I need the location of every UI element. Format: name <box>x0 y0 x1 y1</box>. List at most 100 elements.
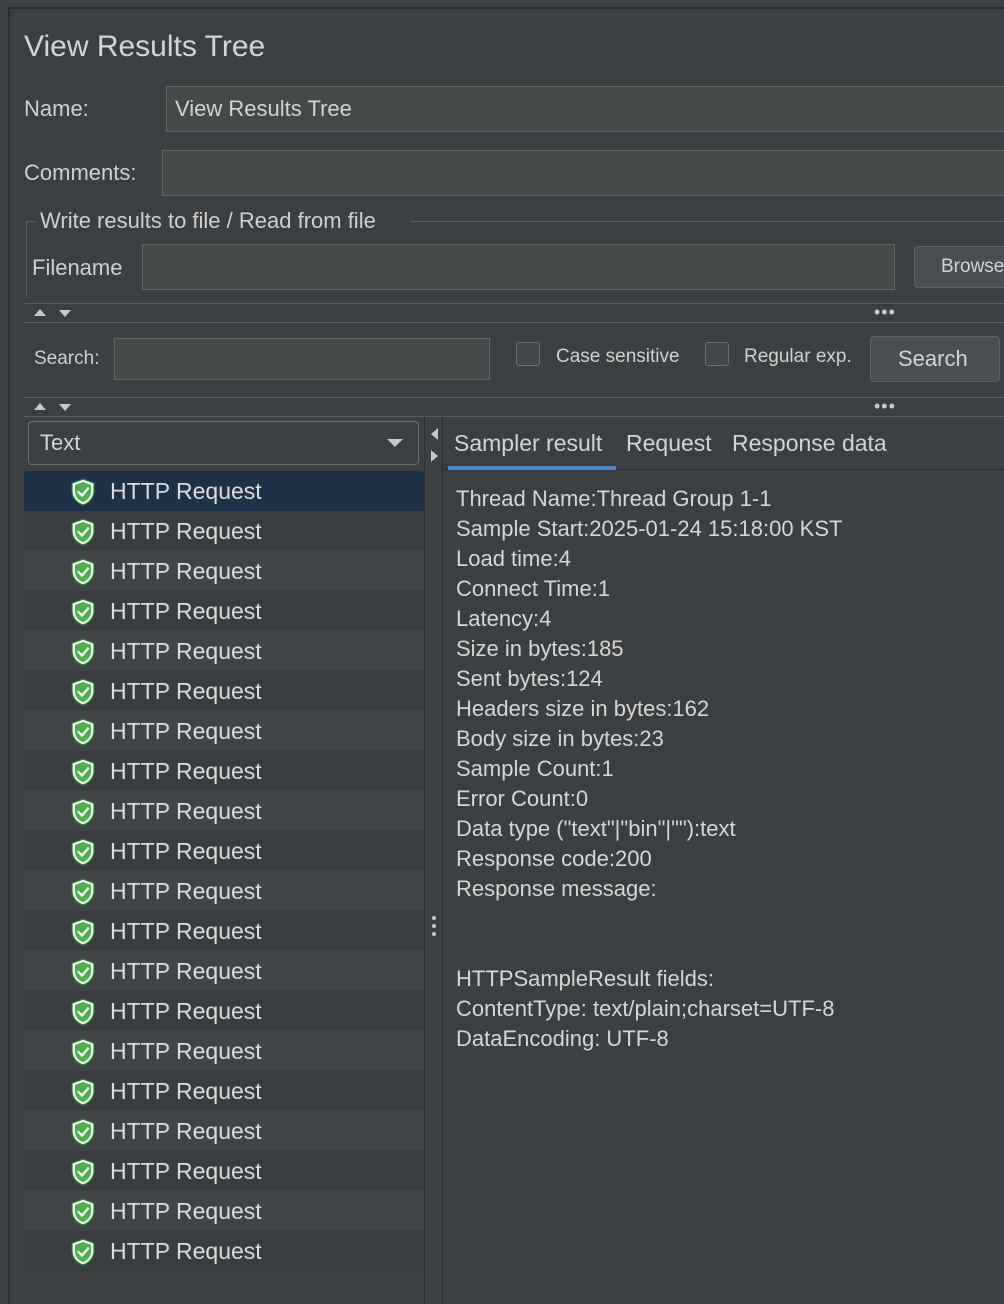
tab-response-data[interactable]: Response data <box>732 430 887 457</box>
renderer-select[interactable]: Text <box>28 421 419 465</box>
tree-item-label: HTTP Request <box>110 718 262 744</box>
panel-title: View Results Tree <box>24 30 266 63</box>
tree-item[interactable]: HTTP Request <box>24 791 424 831</box>
shield-check-icon <box>71 478 95 506</box>
tree-item[interactable]: HTTP Request <box>24 1191 424 1231</box>
sampler-result-text: Thread Name:Thread Group 1-1 Sample Start… <box>456 484 842 1054</box>
tree-item-label: HTTP Request <box>110 638 262 664</box>
result-line: Data type ("text"|"bin"|""):text <box>456 816 736 841</box>
tree-item-label: HTTP Request <box>110 958 262 984</box>
tree-item[interactable]: HTTP Request <box>24 1151 424 1191</box>
shield-check-icon <box>71 678 95 706</box>
tree-item[interactable]: HTTP Request <box>24 551 424 591</box>
tree-item[interactable]: HTTP Request <box>24 871 424 911</box>
result-line: Headers size in bytes:162 <box>456 696 710 721</box>
tree-item-label: HTTP Request <box>110 558 262 584</box>
regular-exp-checkbox[interactable] <box>705 342 729 366</box>
panel-top-border <box>10 7 1004 9</box>
browse-button[interactable]: Browse <box>914 246 1004 288</box>
tree-item-label: HTTP Request <box>110 1158 262 1184</box>
search-label: Search: <box>34 348 100 369</box>
results-tree[interactable]: HTTP Request HTTP Request HTTP Request HTTP… <box>24 471 424 1271</box>
filename-field[interactable] <box>142 244 895 290</box>
tree-item[interactable]: HTTP Request <box>24 1111 424 1151</box>
tree-item[interactable]: HTTP Request <box>24 751 424 791</box>
result-line: Response code:200 <box>456 846 652 871</box>
arrow-up-icon[interactable] <box>34 403 46 410</box>
name-label: Name: <box>24 96 89 121</box>
active-tab-indicator <box>448 466 616 470</box>
result-line: Thread Name:Thread Group 1-1 <box>456 486 772 511</box>
collapse-right-icon[interactable] <box>431 450 438 462</box>
result-line: Response message: <box>456 876 657 901</box>
grip-dot-icon <box>432 916 436 920</box>
tab-request[interactable]: Request <box>626 430 712 457</box>
tree-item[interactable]: HTTP Request <box>24 671 424 711</box>
shield-check-icon <box>71 1158 95 1186</box>
tab-sampler-result[interactable]: Sampler result <box>454 430 602 457</box>
arrow-down-icon[interactable] <box>59 404 71 411</box>
shield-check-icon <box>71 998 95 1026</box>
tree-item-label: HTTP Request <box>110 878 262 904</box>
search-input[interactable] <box>114 338 490 380</box>
vertical-splitter[interactable] <box>424 416 443 1304</box>
shield-check-icon <box>71 798 95 826</box>
result-line: Error Count:0 <box>456 786 589 811</box>
shield-check-icon <box>71 878 95 906</box>
tree-item[interactable]: HTTP Request <box>24 511 424 551</box>
tree-item-label: HTTP Request <box>110 798 262 824</box>
groupbox-border-right-top <box>410 221 1004 222</box>
tree-item[interactable]: HTTP Request <box>24 471 424 511</box>
arrow-up-icon[interactable] <box>34 309 46 316</box>
shield-check-icon <box>71 558 95 586</box>
tree-item[interactable]: HTTP Request <box>24 911 424 951</box>
result-line: Sent bytes:124 <box>456 666 603 691</box>
tree-item-label: HTTP Request <box>110 518 262 544</box>
splitter-top[interactable]: ••• <box>24 303 1004 323</box>
search-button[interactable]: Search <box>870 336 1000 382</box>
shield-check-icon <box>71 638 95 666</box>
name-field[interactable]: View Results Tree <box>166 86 1004 132</box>
shield-check-icon <box>71 918 95 946</box>
tree-item[interactable]: HTTP Request <box>24 831 424 871</box>
result-tabs: Sampler result Request Response data <box>444 416 1004 470</box>
ellipsis-icon[interactable]: ••• <box>874 397 896 415</box>
tree-item-label: HTTP Request <box>110 758 262 784</box>
tree-item-label: HTTP Request <box>110 478 262 504</box>
ellipsis-icon[interactable]: ••• <box>874 303 896 321</box>
tree-item[interactable]: HTTP Request <box>24 711 424 751</box>
tree-item[interactable]: HTTP Request <box>24 591 424 631</box>
shield-check-icon <box>71 1038 95 1066</box>
chevron-down-icon[interactable] <box>387 439 403 447</box>
shield-check-icon <box>71 1238 95 1266</box>
tree-item-label: HTTP Request <box>110 918 262 944</box>
arrow-down-icon[interactable] <box>59 310 71 317</box>
tree-item-label: HTTP Request <box>110 998 262 1024</box>
comments-field[interactable] <box>162 150 1004 196</box>
splitter-middle[interactable]: ••• <box>24 397 1004 417</box>
shield-check-icon <box>71 838 95 866</box>
grip-dot-icon <box>432 924 436 928</box>
groupbox-border-left-top <box>26 221 36 222</box>
tree-item-label: HTTP Request <box>110 1038 262 1064</box>
result-line <box>456 904 842 934</box>
tree-item[interactable]: HTTP Request <box>24 1071 424 1111</box>
result-line: ContentType: text/plain;charset=UTF-8 <box>456 996 835 1021</box>
shield-check-icon <box>71 1078 95 1106</box>
tree-item[interactable]: HTTP Request <box>24 1031 424 1071</box>
shield-check-icon <box>71 518 95 546</box>
tree-item[interactable]: HTTP Request <box>24 1231 424 1271</box>
tree-item-label: HTTP Request <box>110 678 262 704</box>
collapse-left-icon[interactable] <box>431 428 438 440</box>
tree-item[interactable]: HTTP Request <box>24 991 424 1031</box>
renderer-select-value: Text <box>40 430 81 455</box>
case-sensitive-checkbox[interactable] <box>516 342 540 366</box>
tree-item[interactable]: HTTP Request <box>24 631 424 671</box>
grip-dot-icon <box>432 932 436 936</box>
result-line: Load time:4 <box>456 546 571 571</box>
tree-item[interactable]: HTTP Request <box>24 951 424 991</box>
result-line <box>456 934 842 964</box>
result-line: Sample Count:1 <box>456 756 614 781</box>
tree-item-label: HTTP Request <box>110 838 262 864</box>
shield-check-icon <box>71 1118 95 1146</box>
